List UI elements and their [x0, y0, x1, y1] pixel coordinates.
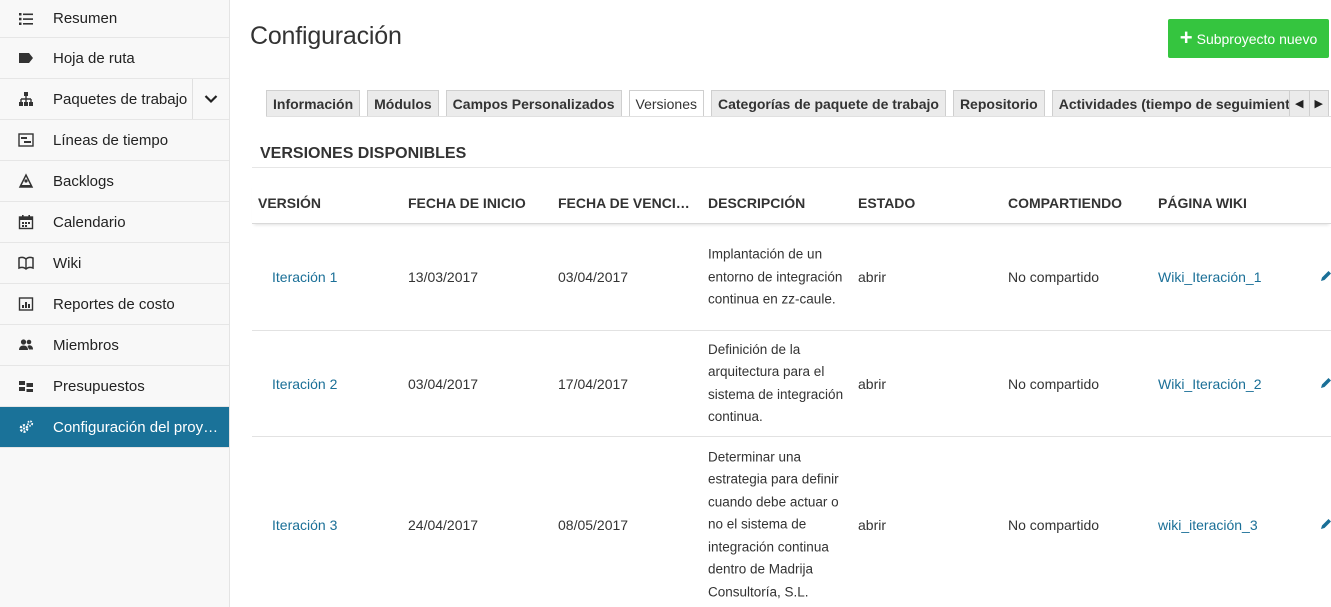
description: Determinar una estrategia para definir c… [708, 448, 839, 599]
edit-icon[interactable] [1320, 269, 1331, 285]
scroll-left-icon[interactable]: ◀ [1290, 91, 1310, 116]
sidebar-item-configuracion[interactable]: Configuración del proyec... [0, 407, 229, 448]
sidebar-item-miembros[interactable]: Miembros [0, 325, 229, 366]
tab-campos-personalizados[interactable]: Campos Personalizados [445, 90, 622, 117]
edit-icon[interactable] [1320, 376, 1331, 392]
scroll-right-icon[interactable]: ▶ [1310, 91, 1329, 116]
new-subproject-label: Subproyecto nuevo [1196, 30, 1318, 47]
backlogs-icon [17, 172, 35, 190]
wiki-page-link[interactable]: Wiki_Iteración_1 [1158, 269, 1262, 285]
list-icon [17, 10, 35, 28]
tab-actividades[interactable]: Actividades (tiempo de seguimiento) [1051, 90, 1310, 117]
tab-versiones[interactable]: Versiones [628, 90, 704, 117]
status: abrir [858, 375, 887, 392]
table-row: Iteración 2 03/04/2017 17/04/2017 Defini… [252, 331, 1331, 437]
column-header-status[interactable]: ESTADO [858, 195, 915, 211]
sidebar-item-resumen[interactable]: Resumen [0, 0, 229, 38]
wiki-page-link[interactable]: wiki_iteración_3 [1158, 517, 1258, 533]
tab-scroll-controls: ◀ ▶ [1289, 90, 1329, 117]
sidebar-item-paquetes-de-trabajo[interactable]: Paquetes de trabajo [0, 79, 229, 120]
budget-icon [17, 377, 35, 395]
tag-icon [17, 49, 35, 67]
column-header-wiki-page[interactable]: PÁGINA WIKI [1158, 195, 1247, 211]
timeline-icon [17, 131, 35, 149]
wiki-page-link[interactable]: Wiki_Iteración_2 [1158, 376, 1262, 392]
sharing: No compartido [1008, 375, 1100, 392]
column-header-due-date[interactable]: FECHA DE VENCIM... [558, 195, 698, 211]
start-date: 24/04/2017 [408, 516, 479, 533]
tab-informacion[interactable]: Información [266, 90, 361, 117]
table-row: Iteración 1 13/03/2017 03/04/2017 Implan… [252, 224, 1331, 331]
column-header-description[interactable]: DESCRIPCIÓN [708, 195, 805, 211]
project-sidebar: Resumen Hoja de ruta Paquetes de trabajo… [0, 0, 230, 607]
version-link[interactable]: Iteración 1 [272, 269, 337, 285]
sidebar-item-backlogs[interactable]: Backlogs [0, 161, 229, 202]
new-subproject-button[interactable]: + Subproyecto nuevo [1168, 19, 1329, 58]
description: Implantación de un entorno de integració… [708, 246, 843, 307]
calendar-icon [17, 213, 35, 231]
sidebar-item-label: Reportes de costo [53, 295, 175, 313]
column-header-version[interactable]: VERSIÓN [258, 195, 321, 211]
expand-toggle[interactable] [192, 79, 229, 119]
tab-modulos[interactable]: Módulos [367, 90, 439, 117]
start-date: 13/03/2017 [408, 269, 479, 285]
sidebar-item-wiki[interactable]: Wiki [0, 243, 229, 284]
page-title: Configuración [250, 22, 402, 50]
sidebar-item-label: Líneas de tiempo [53, 131, 169, 149]
due-date: 17/04/2017 [558, 375, 629, 392]
sidebar-item-presupuestos[interactable]: Presupuestos [0, 366, 229, 407]
start-date: 03/04/2017 [408, 375, 479, 392]
sidebar-item-label: Backlogs [53, 172, 114, 190]
tabs-divider [266, 116, 1331, 117]
due-date: 08/05/2017 [558, 516, 629, 533]
due-date: 03/04/2017 [558, 269, 629, 285]
tab-categorias[interactable]: Categorías de paquete de trabajo [710, 90, 946, 117]
hierarchy-icon [17, 90, 35, 108]
sidebar-item-reportes-de-costo[interactable]: Reportes de costo [0, 284, 229, 325]
sidebar-item-label: Presupuestos [53, 377, 145, 395]
plus-icon: + [1179, 24, 1193, 50]
sidebar-item-label: Configuración del proyec... [53, 418, 225, 436]
sidebar-item-label: Hoja de ruta [53, 49, 135, 67]
sidebar-item-label: Miembros [53, 336, 119, 354]
version-link[interactable]: Iteración 2 [272, 376, 337, 392]
table-row: Iteración 3 24/04/2017 08/05/2017 Determ… [252, 437, 1331, 607]
column-header-sharing[interactable]: COMPARTIENDO [1008, 195, 1122, 211]
edit-icon[interactable] [1320, 517, 1331, 533]
sidebar-item-label: Wiki [53, 254, 82, 272]
status: abrir [858, 269, 887, 285]
chevron-down-icon [204, 95, 218, 104]
status: abrir [858, 516, 887, 533]
gears-icon [17, 418, 35, 436]
sidebar-item-lineas-de-tiempo[interactable]: Líneas de tiempo [0, 120, 229, 161]
sidebar-item-label: Resumen [53, 10, 118, 27]
description: Definición de la arquitectura para el si… [708, 341, 844, 425]
column-header-start-date[interactable]: FECHA DE INICIO [408, 195, 526, 211]
main-content: Configuración + Subproyecto nuevo Inform… [230, 0, 1331, 607]
versions-table: VERSIÓN FECHA DE INICIO FECHA DE VENCIM.… [252, 183, 1331, 607]
tab-repositorio[interactable]: Repositorio [952, 90, 1045, 117]
section-title: VERSIONES DISPONIBLES [260, 145, 467, 162]
cost-report-icon [17, 295, 35, 313]
sharing: No compartido [1008, 269, 1100, 285]
sidebar-item-hoja-de-ruta[interactable]: Hoja de ruta [0, 38, 229, 79]
settings-tabs: Información Módulos Campos Personalizado… [266, 90, 1310, 117]
version-link[interactable]: Iteración 3 [272, 517, 337, 533]
sidebar-item-label: Calendario [53, 213, 126, 231]
section-divider [252, 167, 1331, 168]
table-header: VERSIÓN FECHA DE INICIO FECHA DE VENCIM.… [252, 183, 1331, 224]
sharing: No compartido [1008, 516, 1100, 533]
book-icon [17, 254, 35, 272]
members-icon [17, 336, 35, 354]
sidebar-item-label: Paquetes de trabajo [53, 90, 188, 108]
sidebar-item-calendario[interactable]: Calendario [0, 202, 229, 243]
